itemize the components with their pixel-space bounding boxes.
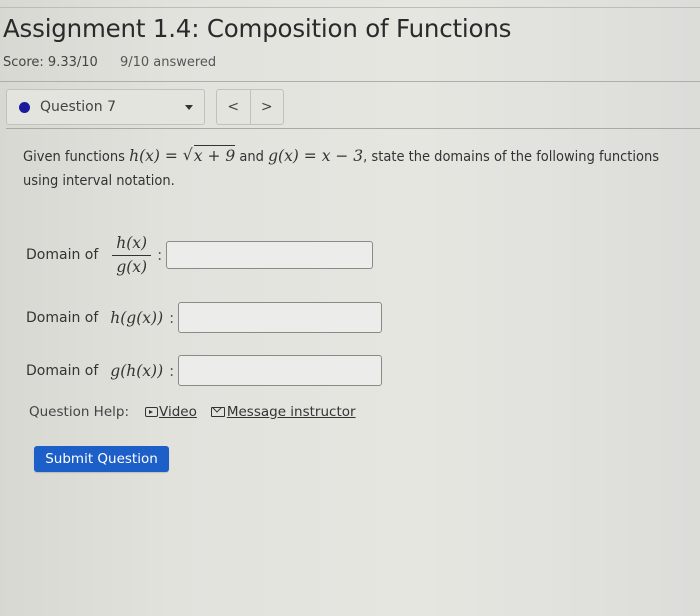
composition-expression: h(g(x)) xyxy=(110,308,164,327)
g-definition: g(x) = x − 3 xyxy=(268,147,364,165)
score-text: Score: 9.33/10 xyxy=(3,55,98,70)
assignment-title: Assignment 1.4: Composition of Functions xyxy=(3,14,512,43)
domain-quotient-input[interactable] xyxy=(166,241,374,269)
submit-question-button[interactable]: Submit Question xyxy=(34,446,169,472)
chevron-right-icon: > xyxy=(260,99,273,115)
next-question-button[interactable]: > xyxy=(249,90,284,124)
fraction-expression: h(x) g(x) xyxy=(112,234,152,276)
question-select-label: Question 7 xyxy=(40,99,116,115)
question-status-dot xyxy=(19,102,30,113)
composition-expression: g(h(x)) xyxy=(110,361,164,380)
answer-row-quotient: Domain of h(x) g(x) : xyxy=(26,234,374,276)
mail-icon xyxy=(210,407,225,417)
video-icon xyxy=(145,407,158,417)
sqrt-symbol: x + 9 xyxy=(183,143,236,168)
question-prompt: Given functions h(x) = x + 9 and g(x) = … xyxy=(23,143,700,193)
top-divider xyxy=(0,7,700,8)
chevron-left-icon: < xyxy=(227,99,240,115)
question-pager: < > xyxy=(216,89,284,125)
domain-h-of-g-input[interactable] xyxy=(178,302,383,333)
domain-g-of-h-input[interactable] xyxy=(178,355,383,386)
header-divider xyxy=(0,81,700,82)
domain-label: Domain of xyxy=(26,247,99,263)
video-link[interactable]: Video xyxy=(145,404,197,420)
prompt-line-2: using interval notation. xyxy=(23,173,175,189)
answered-count: 9/10 answered xyxy=(119,55,217,70)
domain-label: Domain of xyxy=(26,362,99,379)
fraction-numerator: h(x) xyxy=(112,234,152,256)
answer-row-g-of-h: Domain of g(h(x)) : xyxy=(26,355,383,386)
question-help-label: Question Help: xyxy=(29,404,129,420)
fraction-denominator: g(x) xyxy=(116,258,148,276)
domain-label: Domain of xyxy=(26,309,99,326)
answer-row-h-of-g: Domain of h(g(x)) : xyxy=(26,302,383,333)
score-line: Score: 9.33/10 9/10 answered xyxy=(3,55,216,70)
nav-divider xyxy=(6,128,700,129)
chevron-down-icon xyxy=(185,105,193,110)
message-instructor-link[interactable]: Message instructor xyxy=(210,404,356,420)
question-help: Question Help: Video Message instructor xyxy=(29,404,356,420)
h-definition: h(x) = x + 9 xyxy=(129,143,236,168)
prompt-line-1: Given functions h(x) = x + 9 and g(x) = … xyxy=(23,143,700,169)
previous-question-button[interactable]: < xyxy=(217,90,250,124)
question-select[interactable]: Question 7 xyxy=(6,89,205,125)
